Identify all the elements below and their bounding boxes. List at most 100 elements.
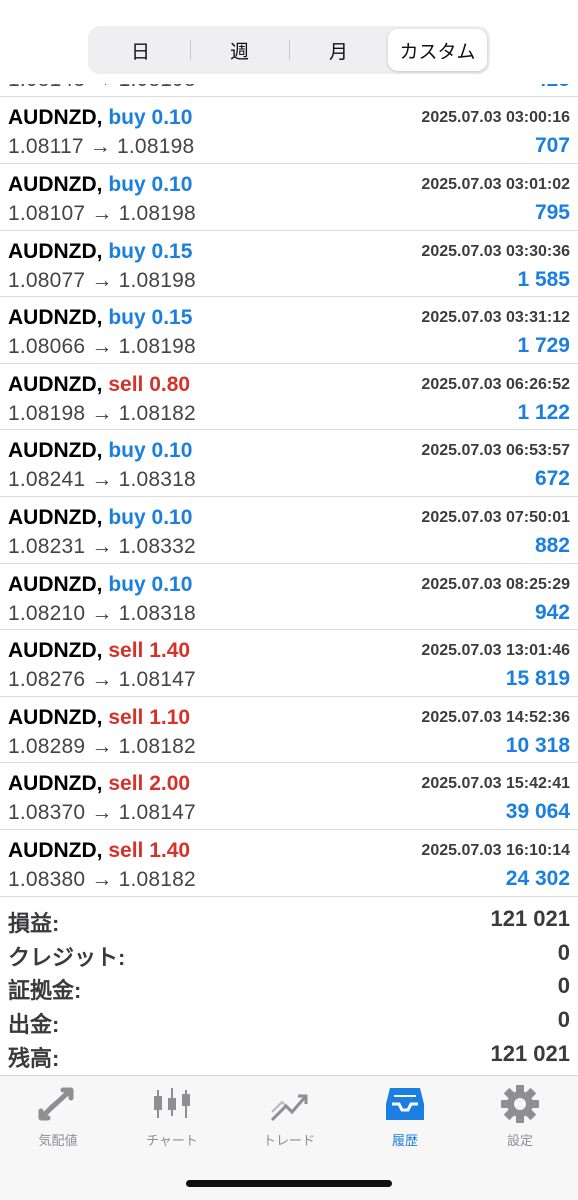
table-row[interactable]: AUDNZD, sell 1.10 2025.07.03 14:52:36 1.08… (0, 697, 578, 764)
summary-credit-row: クレジット: 0 (0, 936, 578, 970)
profit-value: 39 064 (505, 800, 570, 824)
price-change: 1.08241 → 1.08318 (8, 468, 196, 492)
trade-side: sell (108, 705, 144, 729)
trade-side: buy (108, 505, 146, 529)
trade-side: sell (108, 838, 144, 862)
table-row[interactable]: AUDNZD, buy 0.10 2025.07.03 07:50:01 1.082… (0, 497, 578, 564)
symbol-name: AUDNZD, (8, 106, 103, 130)
profit-value: 1 729 (517, 334, 570, 358)
price-change: 1.08289 → 1.08182 (8, 734, 196, 758)
trade-symbol: AUDNZD, buy 0.15 (8, 306, 192, 330)
price-change: 1.08380 → 1.08182 (8, 867, 196, 891)
trade-side-volume: buy 0.15 (108, 240, 192, 263)
symbol-name: AUDNZD, (8, 505, 103, 529)
period-segmented-control: 日 週 月 カスタム (88, 26, 490, 74)
trade-volume: 2.00 (149, 772, 191, 796)
trade-time: 2025.07.03 14:52:36 (421, 708, 570, 726)
symbol-name: AUDNZD, (8, 838, 103, 862)
account-summary: 損益: 121 021 クレジット: 0 証拠金: 0 出金: 0 残高: 12… (0, 902, 578, 1071)
price-change: 1.08117 → 1.08198 (8, 135, 195, 159)
summary-balance-row: 残高: 121 021 (0, 1037, 578, 1071)
price-change: 1.08077 → 1.08198 (8, 268, 196, 292)
trade-side-volume: buy 0.10 (108, 173, 192, 196)
summary-value: 121 021 (490, 906, 570, 931)
trade-symbol: AUDNZD, sell 1.10 (8, 706, 190, 730)
tab-trade[interactable]: トレード (241, 1084, 337, 1154)
profit-value: 882 (534, 533, 570, 557)
price-change: 1.08107 → 1.08198 (8, 201, 196, 225)
segment-week[interactable]: 週 (190, 29, 289, 71)
trade-volume: 0.15 (151, 239, 193, 263)
history-list: 1.08143 → 1.08198 425 AUDNZD, buy 0.1020… (0, 64, 578, 897)
table-row[interactable]: AUDNZD, buy 0.15 2025.07.03 03:30:36 1.080… (0, 231, 578, 298)
trade-symbol: AUDNZD, buy 0.15 (8, 240, 192, 264)
trade-side: sell (108, 772, 144, 796)
trade-volume: 0.15 (151, 306, 193, 330)
history-inbox-icon (357, 1084, 453, 1124)
trade-symbol: AUDNZD, buy 0.10 (8, 573, 192, 597)
trade-time: 2025.07.03 06:53:57 (421, 442, 570, 460)
table-row[interactable]: AUDNZD, buy 0.10 2025.07.03 03:00:16 1.081… (0, 97, 578, 164)
trade-side: buy (108, 306, 146, 330)
symbol-name: AUDNZD, (8, 372, 103, 396)
table-row[interactable]: AUDNZD, sell 1.40 2025.07.03 13:01:46 1.08… (0, 630, 578, 697)
table-row[interactable]: AUDNZD, buy 0.10 2025.07.03 06:53:57 1.082… (0, 430, 578, 497)
price-change: 1.08066 → 1.08198 (8, 335, 196, 359)
segment-month[interactable]: 月 (289, 29, 388, 71)
trade-volume: 1.40 (149, 838, 191, 862)
trade-time: 2025.07.03 08:25:29 (421, 575, 570, 593)
price-change: 1.08276 → 1.08147 (8, 668, 196, 692)
candlestick-chart-icon (124, 1084, 220, 1124)
table-row[interactable]: AUDNZD, buy 0.15 2025.07.03 03:31:12 1.080… (0, 297, 578, 364)
summary-withdrawal-row: 出金: 0 (0, 1003, 578, 1037)
trade-side: buy (108, 239, 146, 263)
trade-symbol: AUDNZD, sell 2.00 (8, 772, 190, 796)
symbol-name: AUDNZD, (8, 439, 103, 463)
trade-side: sell (108, 372, 144, 396)
symbol-name: AUDNZD, (8, 639, 103, 663)
summary-value: 0 (557, 939, 570, 965)
profit-value: 1 122 (517, 400, 570, 424)
table-row[interactable]: AUDNZD, sell 2.00 2025.07.03 15:42:41 1.08… (0, 763, 578, 830)
tab-chart[interactable]: チャート (124, 1084, 220, 1154)
trade-side: sell (108, 639, 144, 663)
table-row[interactable]: AUDNZD, sell 1.40 2025.07.03 16:10:14 1.08… (0, 830, 578, 897)
summary-value: 0 (557, 1007, 570, 1033)
trade-volume: 1.10 (149, 705, 191, 729)
summary-label: クレジット: (8, 944, 126, 970)
table-row[interactable]: AUDNZD, buy 0.10 2025.07.03 08:25:29 1.082… (0, 564, 578, 631)
trade-symbol: AUDNZD, sell 0.80 (8, 373, 190, 397)
gear-icon (472, 1084, 568, 1124)
trade-volume: 0.10 (151, 505, 193, 529)
profit-value: 15 819 (505, 667, 570, 691)
table-row[interactable]: AUDNZD, buy 0.10 2025.07.03 03:01:02 1.081… (0, 164, 578, 231)
symbol-name: AUDNZD, (8, 239, 103, 263)
trade-side: buy (108, 572, 146, 596)
trade-time: 2025.07.03 13:01:46 (421, 642, 570, 660)
tab-quotes[interactable]: 気配値 (10, 1084, 106, 1154)
trade-side-volume: buy 0.10 (108, 106, 192, 129)
trade-time: 2025.07.03 03:30:36 (421, 242, 570, 260)
tab-label: 履歴 (391, 1133, 418, 1148)
tab-history[interactable]: 履歴 (357, 1084, 453, 1154)
profit-value: 942 (534, 600, 570, 624)
table-row[interactable]: AUDNZD, sell 0.80 2025.07.03 06:26:52 1.08… (0, 364, 578, 431)
symbol-name: AUDNZD, (8, 772, 103, 796)
profit-value: 707 (534, 134, 570, 158)
segment-day[interactable]: 日 (91, 29, 190, 71)
tab-settings[interactable]: 設定 (472, 1084, 568, 1154)
trade-volume: 0.10 (151, 172, 193, 196)
summary-value: 0 (557, 973, 570, 999)
trade-side-volume: sell 0.80 (108, 373, 190, 396)
summary-label: 損益: (8, 911, 60, 936)
segment-custom[interactable]: カスタム (388, 29, 487, 71)
trade-side-volume: sell 1.40 (108, 839, 190, 862)
symbol-name: AUDNZD, (8, 572, 103, 596)
summary-label: 残高: (8, 1045, 60, 1071)
trade-side-volume: buy 0.10 (108, 506, 192, 529)
tab-label: 気配値 (38, 1133, 78, 1148)
trade-side: buy (108, 439, 146, 463)
trade-side-volume: buy 0.10 (108, 573, 192, 596)
trade-side: buy (108, 172, 146, 196)
summary-label: 出金: (8, 1012, 60, 1038)
